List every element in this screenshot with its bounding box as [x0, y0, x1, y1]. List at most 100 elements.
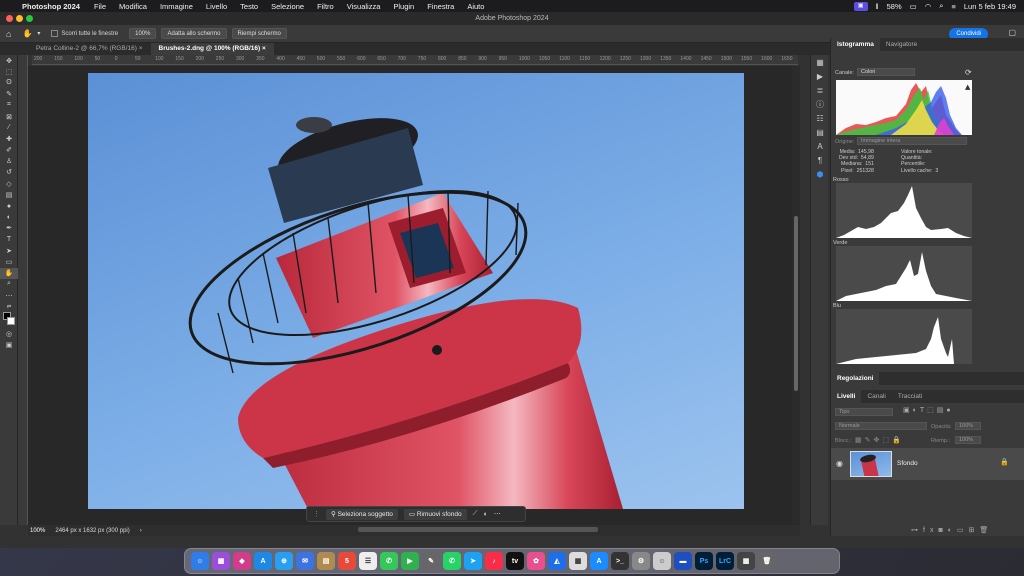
- tab-paths[interactable]: Tracciati: [892, 390, 928, 403]
- drag-handle-icon[interactable]: ⋮: [313, 510, 320, 518]
- messages-icon[interactable]: ✆: [380, 552, 398, 570]
- telegram-icon[interactable]: ➤: [464, 552, 482, 570]
- menu-livello[interactable]: Livello: [206, 2, 227, 11]
- teams-icon[interactable]: ▬: [674, 552, 692, 570]
- menu-immagine[interactable]: Immagine: [160, 2, 193, 11]
- eyedropper-tool-icon[interactable]: ⁄: [0, 122, 18, 133]
- history-brush-icon[interactable]: ↺: [0, 167, 18, 178]
- layer-thumbnail[interactable]: [850, 451, 892, 477]
- select-subject-button[interactable]: ⚲ Seleziona soggetto: [326, 508, 398, 520]
- fx-icon[interactable]: fx: [923, 527, 938, 534]
- menu-file[interactable]: File: [94, 2, 106, 11]
- reminders-icon[interactable]: ☰: [359, 552, 377, 570]
- chevron-down-icon[interactable]: ▾: [37, 30, 40, 37]
- tab-petra-colline[interactable]: Petra Colline-2 @ 66,7% (RGB/16) ×: [28, 43, 151, 55]
- color-swatches[interactable]: [0, 312, 18, 328]
- paragraph-icon[interactable]: ¶: [811, 153, 829, 167]
- notes-icon[interactable]: ▤: [317, 552, 335, 570]
- app-icon-2[interactable]: ☺: [653, 552, 671, 570]
- link-icon[interactable]: ⊶: [911, 527, 923, 534]
- app-menu[interactable]: Photoshop 2024: [22, 2, 80, 11]
- move-tool-icon[interactable]: ✥: [0, 55, 18, 66]
- zoom-tool-icon[interactable]: ⌕: [0, 279, 18, 290]
- blend-mode-select[interactable]: Normale: [835, 422, 927, 430]
- more-tools-icon[interactable]: ⋯: [0, 290, 18, 301]
- facetime-icon[interactable]: ▶: [401, 552, 419, 570]
- gradient-tool-icon[interactable]: ▤: [0, 189, 18, 200]
- terminal-icon[interactable]: >_: [611, 552, 629, 570]
- transform-icon[interactable]: ⟋: [473, 510, 478, 518]
- search-icon[interactable]: ⌕: [939, 1, 943, 11]
- swap-colors-icon[interactable]: ⇄: [0, 301, 18, 312]
- calendar-icon[interactable]: 5: [338, 552, 356, 570]
- layer-filter-select[interactable]: Tipo: [835, 408, 893, 416]
- adjustments-icon[interactable]: ≣: [811, 83, 829, 97]
- more-options-icon[interactable]: ⋯: [494, 510, 501, 518]
- tv-icon[interactable]: tv: [506, 552, 524, 570]
- cube-icon[interactable]: ⬢: [811, 167, 829, 181]
- dodge-tool-icon[interactable]: ◐: [0, 212, 18, 223]
- tab-brushes[interactable]: Brushes-2.dng @ 100% (RGB/16) ×: [150, 43, 274, 55]
- clone-stamp-icon[interactable]: ♙: [0, 156, 18, 167]
- scroll-all-checkbox[interactable]: Scorri tutte le finestre: [51, 29, 118, 37]
- tab-channels[interactable]: Canali: [861, 390, 891, 403]
- keynote-icon[interactable]: ◭: [548, 552, 566, 570]
- tab-histogram[interactable]: Istogramma: [831, 38, 880, 51]
- lightroom-classic-icon[interactable]: LrC: [716, 552, 734, 570]
- workspace-icon[interactable]: ▢: [1008, 28, 1016, 37]
- libraries-icon[interactable]: ▤: [811, 125, 829, 139]
- trash-icon[interactable]: 🗑: [979, 527, 993, 534]
- battery-level[interactable]: 58%: [887, 2, 902, 11]
- character-icon[interactable]: A: [811, 139, 829, 153]
- chevron-right-icon[interactable]: ›: [140, 528, 142, 534]
- menu-aiuto[interactable]: Aiuto: [467, 2, 484, 11]
- screen-mode-icon[interactable]: ▣: [0, 340, 18, 351]
- close-icon[interactable]: ×: [262, 45, 266, 52]
- quick-mask-icon[interactable]: ◎: [0, 328, 18, 339]
- hand-tool-icon[interactable]: ✋: [22, 29, 32, 38]
- control-center-icon[interactable]: ≡: [951, 2, 955, 11]
- finder-icon[interactable]: ☺: [191, 552, 209, 570]
- vertical-scrollbar[interactable]: [792, 66, 800, 534]
- menu-testo[interactable]: Testo: [240, 2, 258, 11]
- properties-icon[interactable]: ☷: [811, 111, 829, 125]
- safari-icon[interactable]: ⊕: [275, 552, 293, 570]
- layer-name[interactable]: Sfondo: [897, 460, 918, 467]
- xcode-icon[interactable]: A: [590, 552, 608, 570]
- group-icon[interactable]: ▭: [957, 527, 969, 534]
- shape-tool-icon[interactable]: ▭: [0, 256, 18, 267]
- lasso-tool-icon[interactable]: ʘ: [0, 77, 18, 88]
- hand-tool-icon[interactable]: ✋: [0, 267, 18, 279]
- whatsapp-icon[interactable]: ✆: [443, 552, 461, 570]
- source-select[interactable]: Immagine intera: [857, 137, 967, 145]
- minimize-window-button[interactable]: [16, 15, 23, 22]
- document-info[interactable]: 2464 px x 1632 px (300 ppi): [55, 528, 129, 534]
- type-tool-icon[interactable]: T: [0, 234, 18, 245]
- menu-filtro[interactable]: Filtro: [317, 2, 334, 11]
- tab-layers[interactable]: Livelli: [831, 390, 862, 403]
- blur-tool-icon[interactable]: ●: [0, 200, 18, 211]
- menu-visualizza[interactable]: Visualizza: [347, 2, 381, 11]
- zoom-level[interactable]: 100%: [30, 528, 45, 534]
- frame-tool-icon[interactable]: ⊠: [0, 111, 18, 122]
- pen-tool-icon[interactable]: ✒: [0, 223, 18, 234]
- close-icon[interactable]: ×: [139, 45, 143, 52]
- adjustment-layer-icon[interactable]: ◐: [948, 527, 957, 534]
- lighthouse-photo[interactable]: [88, 73, 744, 509]
- remove-background-button[interactable]: ▭ Rimuovi sfondo: [403, 508, 467, 520]
- app-store-icon[interactable]: A: [254, 552, 272, 570]
- settings-icon[interactable]: ⚙: [632, 552, 650, 570]
- scroll-thumb[interactable]: [794, 216, 798, 391]
- info-icon[interactable]: ⓘ: [811, 97, 829, 111]
- ps-status-icon[interactable]: ▣: [853, 1, 868, 11]
- background-color[interactable]: [7, 317, 15, 326]
- menu-plugin[interactable]: Plugin: [393, 2, 414, 11]
- trash-icon[interactable]: 🗑: [758, 552, 776, 570]
- canvas-area[interactable]: ⋮ ⚲ Seleziona soggetto ▭ Rimuovi sfondo …: [28, 66, 800, 534]
- lock-icons[interactable]: ▦✎✥⬚🔒: [855, 436, 904, 444]
- downloads-icon[interactable]: ▦: [737, 552, 755, 570]
- checkbox-box[interactable]: [51, 29, 59, 37]
- pages-icon[interactable]: ▦: [569, 552, 587, 570]
- wifi-icon[interactable]: ◠: [925, 2, 932, 11]
- history-panel-icon[interactable]: ▦: [811, 55, 829, 69]
